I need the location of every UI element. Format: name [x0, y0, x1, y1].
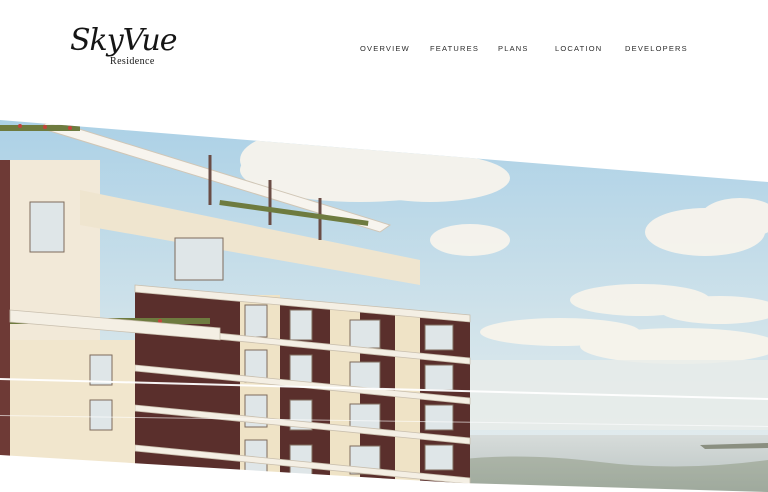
site-header: SkyVue Residence OVERVIEW FEATURES PLANS…: [0, 0, 768, 100]
main-nav: OVERVIEW FEATURES PLANS LOCATION DEVELOP…: [0, 44, 768, 58]
hero-section: [0, 100, 768, 492]
nav-features[interactable]: FEATURES: [430, 44, 479, 53]
nav-overview[interactable]: OVERVIEW: [360, 44, 410, 53]
building-render-image: [0, 120, 768, 492]
nav-plans[interactable]: PLANS: [498, 44, 529, 53]
nav-developers[interactable]: DEVELOPERS: [625, 44, 688, 53]
nav-location[interactable]: LOCATION: [555, 44, 602, 53]
